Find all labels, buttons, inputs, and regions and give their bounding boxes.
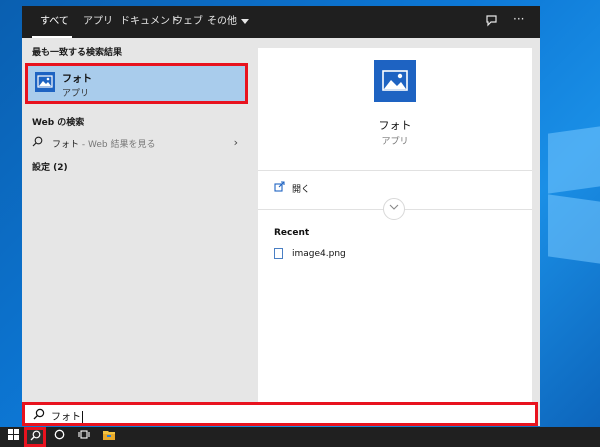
preview-app-type: アプリ — [381, 137, 409, 147]
search-panel: すべて アプリ ドキュメント ウェブ その他 ··· 最も一致する検索結果 フォ… — [22, 6, 540, 426]
windows-logo-pane — [548, 194, 600, 264]
search-tabs-bar: すべて アプリ ドキュメント ウェブ その他 ··· — [22, 6, 540, 38]
windows-logo-icon[interactable] — [2, 427, 24, 447]
settings-heading[interactable]: 設定 (2) — [32, 160, 68, 173]
feedback-icon[interactable] — [485, 14, 498, 30]
best-match-title: フォト — [62, 74, 92, 85]
recent-file-name: image4.png — [292, 249, 346, 259]
preview-app-title: フォト — [378, 119, 412, 132]
open-icon — [274, 181, 285, 195]
tab-more-label: その他 — [207, 16, 237, 27]
search-icon — [30, 430, 40, 441]
expand-chevron-icon[interactable] — [383, 198, 405, 220]
circle-icon[interactable] — [48, 427, 70, 447]
photos-app-large-icon — [374, 60, 416, 102]
recent-heading: Recent — [274, 228, 310, 238]
tab-apps[interactable]: アプリ — [83, 6, 113, 38]
search-box[interactable]: フォト — [22, 402, 538, 426]
tab-documents[interactable]: ドキュメント — [120, 6, 180, 38]
taskbar — [0, 427, 600, 447]
preview-divider — [258, 170, 532, 171]
search-icon — [33, 408, 45, 423]
search-input[interactable]: フォト — [51, 408, 83, 423]
web-search-heading: Web の検索 — [32, 118, 85, 128]
tab-more[interactable]: その他 — [207, 6, 249, 38]
taskbar-search-button[interactable] — [24, 427, 46, 447]
search-input-value: フォト — [51, 412, 81, 423]
web-search-result[interactable]: フォト - Web 結果を見る › — [32, 136, 242, 152]
more-options-icon[interactable]: ··· — [513, 12, 524, 26]
chevron-right-icon: › — [233, 136, 238, 149]
search-icon — [32, 136, 43, 150]
best-match-type: アプリ — [62, 89, 90, 99]
image-file-icon — [274, 248, 283, 259]
folder-icon[interactable] — [98, 427, 120, 447]
web-search-text: フォト - Web 結果を見る — [52, 137, 155, 150]
tab-web[interactable]: ウェブ — [173, 6, 203, 38]
web-search-hint: - Web 結果を見る — [79, 140, 156, 150]
photos-app-icon — [35, 72, 55, 92]
text-caret — [82, 411, 83, 423]
results-list: 最も一致する検索結果 フォト アプリ Web の検索 フォト - Web 結果を… — [22, 38, 250, 402]
web-search-query: フォト — [52, 140, 80, 150]
task-view-icon[interactable] — [73, 427, 95, 447]
best-match-result[interactable]: フォト アプリ — [25, 63, 248, 104]
open-label: 開く — [292, 185, 311, 195]
preview-pane: フォト アプリ 開く Recent image4.png — [258, 48, 532, 402]
caret-down-icon — [241, 18, 249, 24]
tab-all[interactable]: すべて — [40, 6, 69, 38]
windows-logo-pane — [548, 126, 600, 194]
best-match-heading: 最も一致する検索結果 — [32, 48, 123, 58]
